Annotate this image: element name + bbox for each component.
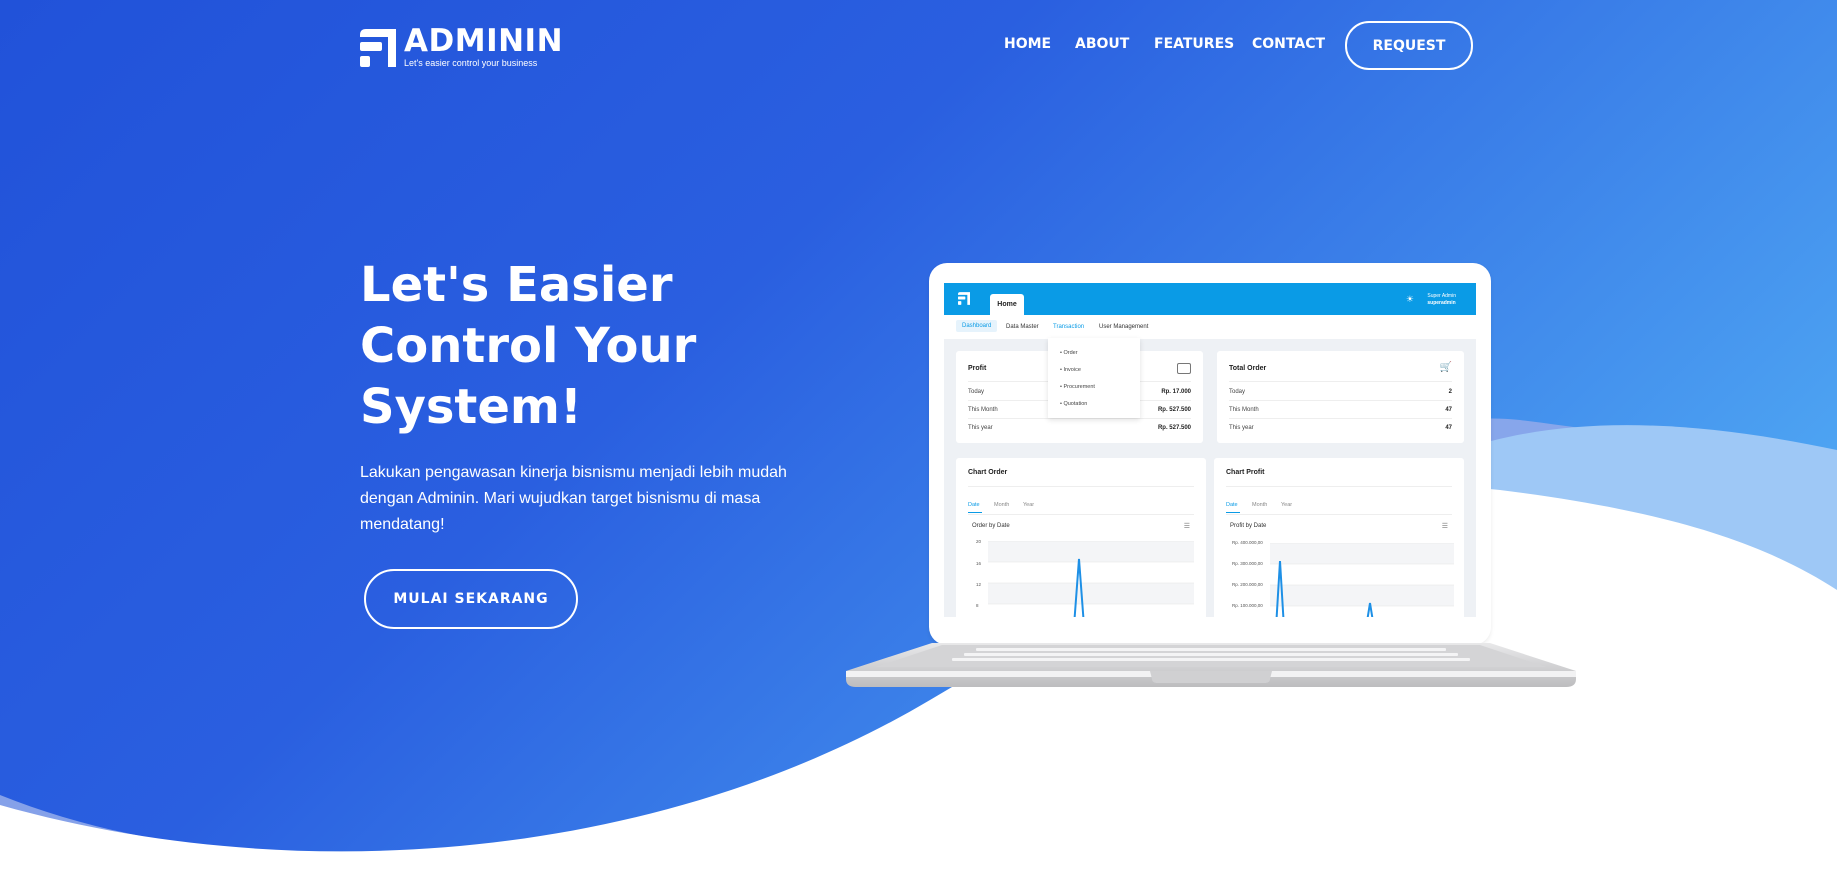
chart-profit-card: Chart Profit Date Month Year Profit by D… bbox=[1214, 458, 1464, 617]
dashboard-screenshot: Home ☀ Super Admin superadmin Dashboard … bbox=[944, 283, 1476, 617]
hero-description: Lakukan pengawasan kinerja bisnismu menj… bbox=[360, 464, 787, 533]
dropdown-item-order[interactable]: • Order bbox=[1060, 350, 1078, 356]
chart-order-ytick-2: 12 bbox=[976, 582, 982, 587]
chart-profit-plot bbox=[1270, 543, 1454, 617]
logo-icon bbox=[360, 28, 396, 67]
mockup-logo-icon bbox=[958, 292, 970, 305]
request-button[interactable]: REQUEST bbox=[1345, 21, 1473, 70]
cta-button[interactable]: MULAI SEKARANG bbox=[364, 569, 578, 629]
chart-profit-ytick-1: Rp. 300.000,00 bbox=[1232, 561, 1263, 566]
profit-month-label: This Month bbox=[968, 407, 998, 413]
chart-profit-tab-month: Month bbox=[1252, 502, 1268, 508]
mockup-user-handle: superadmin bbox=[1427, 300, 1456, 306]
chart-profit-tab-year: Year bbox=[1281, 502, 1293, 508]
chart-order-ytick-1: 16 bbox=[976, 561, 982, 566]
nav-contact[interactable]: CONTACT bbox=[1252, 36, 1325, 52]
total-order-title: Total Order bbox=[1229, 365, 1267, 372]
chart-order-plot bbox=[988, 541, 1194, 617]
chart-order-title: Chart Order bbox=[968, 469, 1008, 476]
chart-profit-subtitle: Profit by Date bbox=[1230, 523, 1267, 529]
order-year-label: This year bbox=[1229, 425, 1254, 431]
hero-title-line2: Control Your bbox=[360, 318, 697, 374]
mockup-user-name: Super Admin bbox=[1427, 293, 1456, 299]
chart-order-subtitle: Order by Date bbox=[972, 523, 1010, 529]
transaction-dropdown: • Order • Invoice • Procurement • Quotat… bbox=[1048, 338, 1140, 418]
hero-title-line1: Let's Easier bbox=[360, 257, 673, 313]
mockup-home-tab: Home bbox=[990, 294, 1024, 315]
wallet-icon bbox=[1177, 363, 1191, 374]
laptop-base bbox=[846, 643, 1576, 687]
nav-home[interactable]: HOME bbox=[1004, 36, 1051, 52]
sun-icon: ☀ bbox=[1405, 294, 1414, 304]
menu-icon: ☰ bbox=[1441, 523, 1448, 530]
profit-year-label: This year bbox=[968, 425, 993, 431]
menu-icon: ☰ bbox=[1183, 523, 1190, 530]
profit-today-value: Rp. 17.000 bbox=[1161, 389, 1191, 395]
profit-month-value: Rp. 527.500 bbox=[1157, 407, 1191, 413]
chart-order-ytick-3: 8 bbox=[976, 603, 979, 608]
total-order-card: Total Order 🛒 Today 2 This Month 47 This… bbox=[1217, 351, 1464, 443]
mockup-subnav-datamaster: Data Master bbox=[1006, 324, 1039, 330]
chart-profit-title: Chart Profit bbox=[1226, 469, 1265, 476]
chart-profit-ytick-3: Rp. 100.000,00 bbox=[1232, 603, 1263, 608]
chart-order-tab-year: Year bbox=[1023, 502, 1035, 508]
chart-order-tab-date: Date bbox=[968, 502, 980, 508]
dropdown-item-invoice[interactable]: • Invoice bbox=[1060, 367, 1081, 373]
chart-order-ytick-0: 20 bbox=[976, 539, 982, 544]
hero-title: Let's Easier Control Your System! bbox=[360, 255, 840, 438]
mockup-subnav: Dashboard Data Master Transaction User M… bbox=[944, 315, 1476, 339]
chart-profit-tab-date: Date bbox=[1226, 502, 1238, 508]
brand-name: ADMININ bbox=[404, 23, 564, 59]
dropdown-item-procurement[interactable]: • Procurement bbox=[1060, 384, 1095, 390]
chart-profit-ytick-2: Rp. 200.000,00 bbox=[1232, 582, 1263, 587]
profit-title: Profit bbox=[968, 365, 987, 372]
order-month-label: This Month bbox=[1229, 407, 1259, 413]
order-today-label: Today bbox=[1229, 389, 1246, 395]
chart-profit-ytick-0: Rp. 400.000,00 bbox=[1232, 540, 1263, 545]
order-today-value: 2 bbox=[1448, 389, 1452, 395]
hero-background bbox=[0, 0, 1837, 886]
mockup-subnav-dashboard: Dashboard bbox=[956, 320, 998, 332]
nav-about[interactable]: ABOUT bbox=[1075, 36, 1129, 52]
nav-features[interactable]: FEATURES bbox=[1154, 36, 1234, 52]
mockup-subnav-usermgmt: User Management bbox=[1099, 324, 1149, 330]
chart-order-card: Chart Order Date Month Year Order by Dat… bbox=[956, 458, 1206, 617]
dropdown-item-quotation[interactable]: • Quotation bbox=[1060, 401, 1087, 407]
hero-title-line3: System! bbox=[360, 379, 582, 435]
top-navbar: ADMININ Let's easier control your busine… bbox=[0, 0, 1837, 90]
profit-year-value: Rp. 527.500 bbox=[1157, 425, 1191, 431]
profit-today-label: Today bbox=[968, 389, 985, 395]
brand-logo[interactable]: ADMININ Let's easier control your busine… bbox=[360, 26, 563, 69]
mockup-user: Super Admin superadmin bbox=[1427, 293, 1456, 307]
mockup-subnav-transaction: Transaction bbox=[1053, 324, 1085, 330]
chart-order-tab-month: Month bbox=[994, 502, 1010, 508]
order-year-value: 47 bbox=[1445, 425, 1452, 431]
order-month-value: 47 bbox=[1445, 407, 1452, 413]
mockup-header: Home ☀ Super Admin superadmin bbox=[944, 283, 1476, 315]
cart-icon: 🛒 bbox=[1439, 362, 1452, 373]
